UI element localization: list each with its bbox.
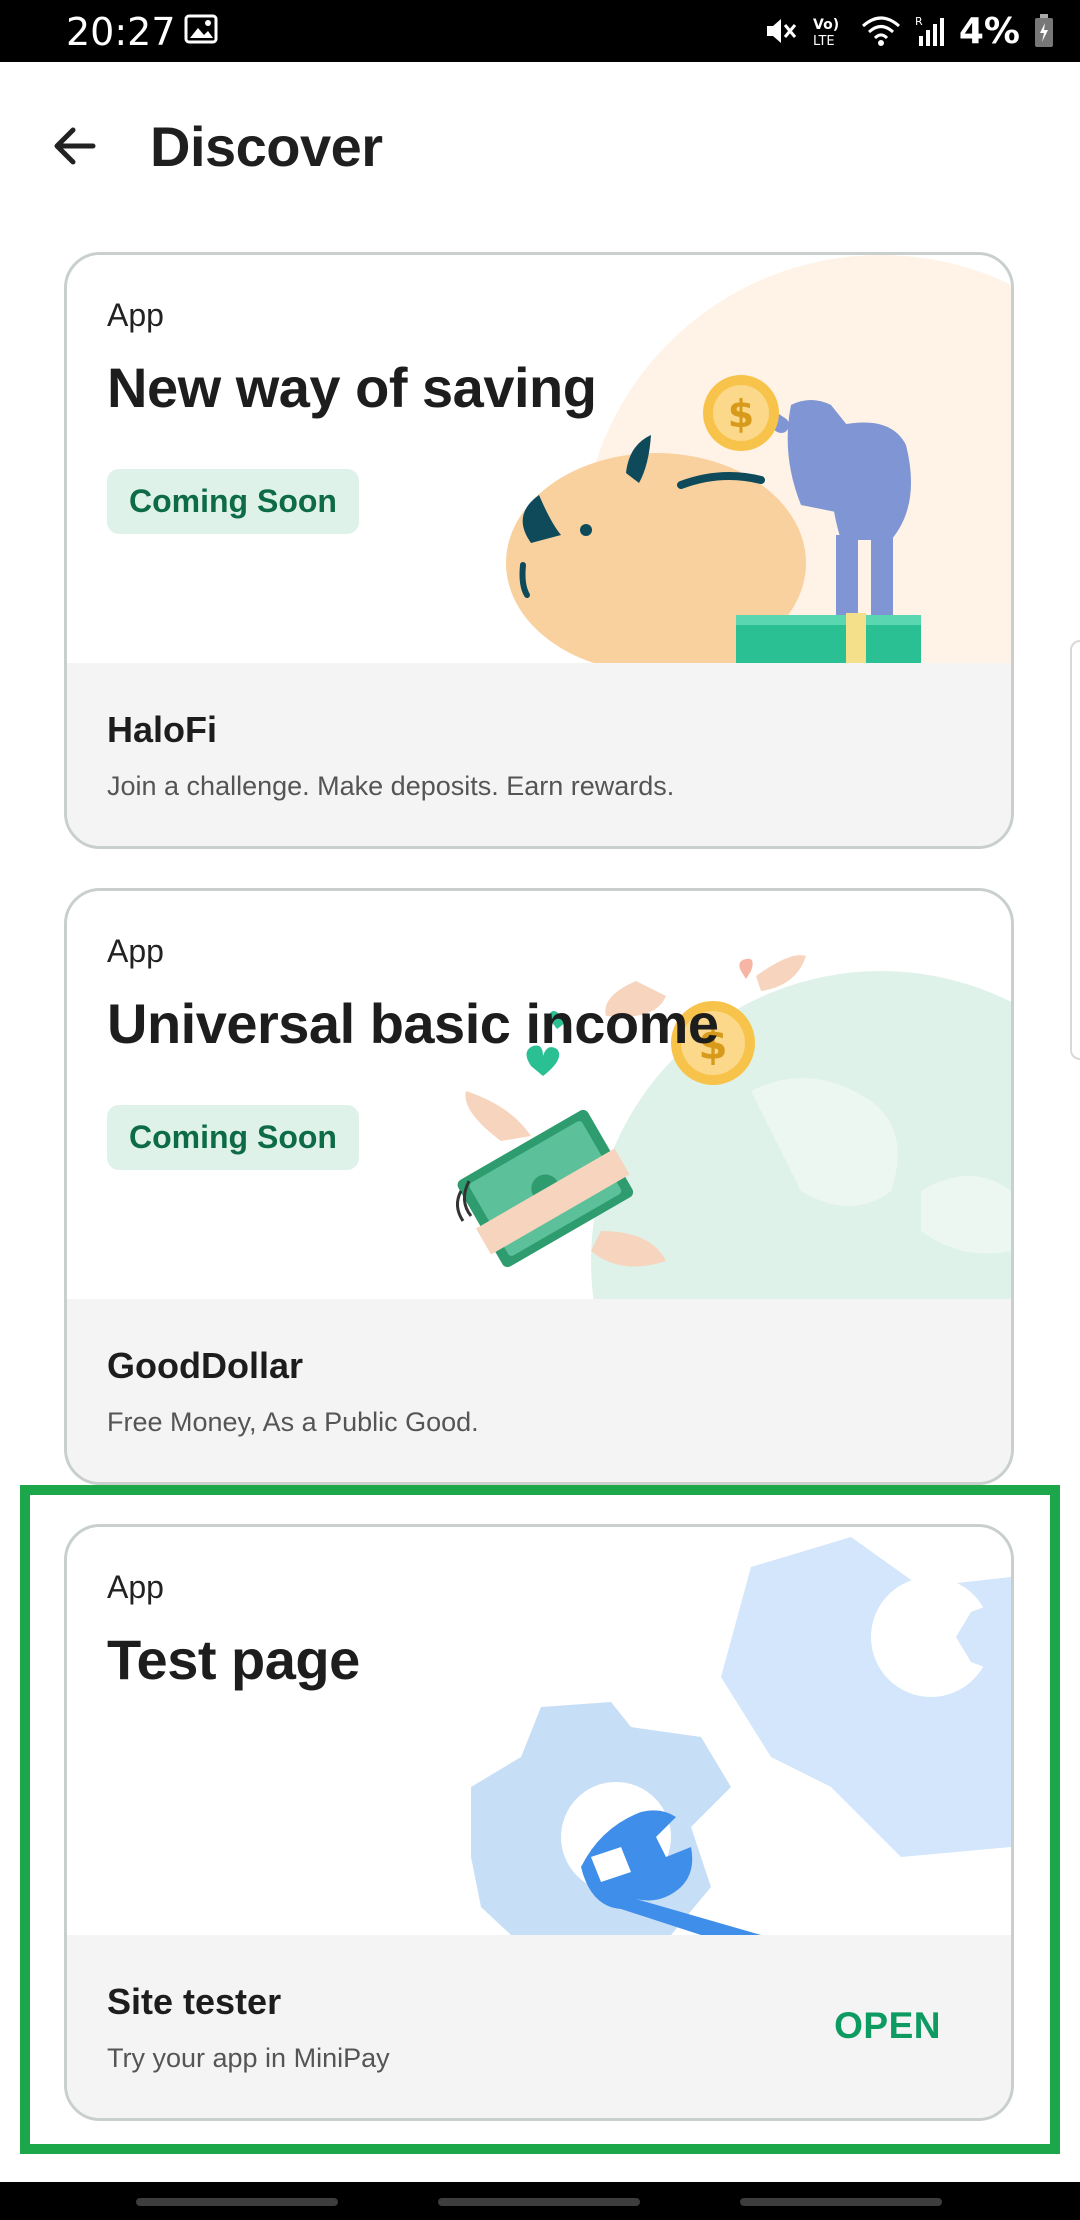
card-type: App <box>107 297 164 333</box>
app-card-halofi[interactable]: App New way of saving Coming Soon $ Halo… <box>64 252 1014 849</box>
card-footer: HaloFi Join a challenge. Make deposits. … <box>67 663 1011 846</box>
app-name: HaloFi <box>107 709 218 750</box>
card-footer: GoodDollar Free Money, As a Public Good. <box>67 1299 1011 1482</box>
nav-recents-button[interactable] <box>136 2198 338 2206</box>
svg-text:$: $ <box>728 392 754 436</box>
status-badge: Coming Soon <box>107 469 359 534</box>
card-banner: App Universal basic income Coming Soon $ <box>67 891 1011 1299</box>
app-card-site-tester[interactable]: App Test page Site tester Try your app i… <box>64 1524 1014 2121</box>
battery-percent: 4% <box>958 10 1020 52</box>
status-time: 20:27 <box>66 10 176 54</box>
nav-back-button[interactable] <box>740 2198 942 2206</box>
app-name: Site tester <box>107 1981 282 2022</box>
piggy-bank-icon: $ <box>506 255 1011 663</box>
status-badge: Coming Soon <box>107 1105 359 1170</box>
gear-wrench-icon <box>471 1537 1011 1935</box>
mute-icon <box>763 14 797 48</box>
header: Discover <box>0 62 1080 232</box>
wifi-icon <box>861 14 901 48</box>
svg-text:R: R <box>915 15 923 28</box>
card-type: App <box>107 1569 164 1605</box>
app-description: Try your app in MiniPay <box>107 2043 390 2073</box>
page-title: Discover <box>150 115 383 178</box>
open-button[interactable]: OPEN <box>834 2005 941 2047</box>
card-title: New way of saving <box>107 356 597 419</box>
status-bar: 20:27 Vo) LTE R 4% <box>0 0 1080 62</box>
svg-text:Vo): Vo) <box>813 17 839 33</box>
app-name: GoodDollar <box>107 1345 303 1386</box>
volte-icon: Vo) LTE <box>811 14 847 48</box>
card-type: App <box>107 933 164 969</box>
arrow-left-icon <box>54 127 96 165</box>
app-description: Free Money, As a Public Good. <box>107 1407 479 1437</box>
navigation-bar <box>0 2182 1080 2220</box>
app-description: Join a challenge. Make deposits. Earn re… <box>107 771 675 801</box>
card-banner: App New way of saving Coming Soon $ <box>67 255 1011 663</box>
card-title: Universal basic income <box>107 992 719 1055</box>
app-card-gooddollar[interactable]: App Universal basic income Coming Soon $ <box>64 888 1014 1485</box>
gallery-icon <box>184 14 218 44</box>
battery-icon <box>1034 14 1054 48</box>
signal-icon: R <box>915 14 945 48</box>
flying-money-icon: $ <box>456 955 1011 1299</box>
scrollbar[interactable] <box>1070 640 1080 1060</box>
status-icons: Vo) LTE R 4% <box>763 8 1054 54</box>
nav-home-button[interactable] <box>438 2198 640 2206</box>
svg-text:LTE: LTE <box>813 34 835 48</box>
card-banner: App Test page <box>67 1527 1011 1935</box>
card-footer: Site tester Try your app in MiniPay OPEN <box>67 1935 1011 2118</box>
card-title: Test page <box>107 1628 360 1691</box>
back-button[interactable] <box>44 116 104 176</box>
